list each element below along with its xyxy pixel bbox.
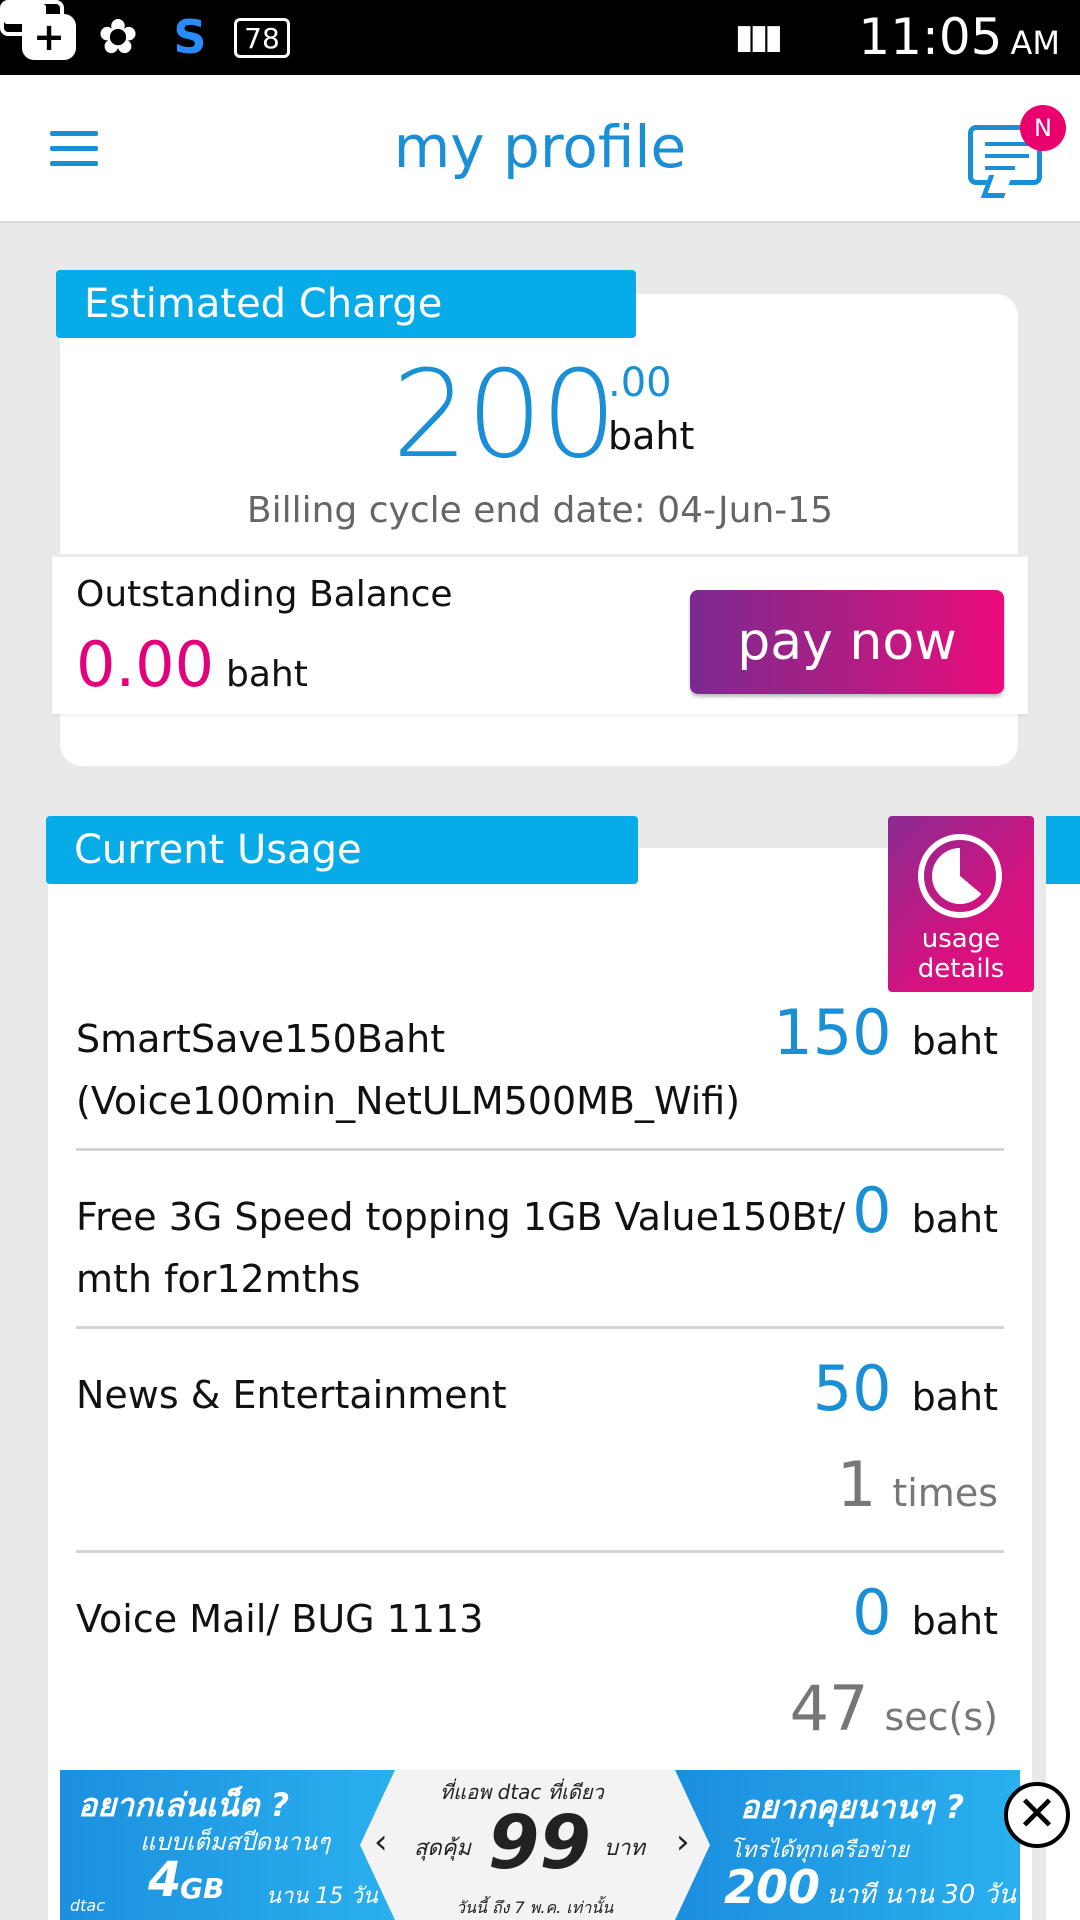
ad-offer-panel: ที่แอพ dtac ที่เดียว ‹ สุดคุ้ม 99 บาท › …	[360, 1770, 710, 1920]
estimated-charge-amount: 200	[392, 346, 617, 485]
usage-value-number: 50	[812, 1352, 892, 1425]
estimated-charge-decimals: .00	[608, 360, 672, 406]
app-bar: my profile N	[0, 75, 1080, 223]
ad-left-data: 4	[148, 1852, 182, 1908]
usage-row-subvalue: 1 times	[837, 1448, 998, 1521]
usage-row-name-line1: Voice Mail/ BUG 1113	[76, 1597, 484, 1641]
notification-count-icon: 78	[234, 18, 290, 58]
usage-value-number: 150	[773, 996, 892, 1069]
ad-right-line1: อยากคุยนานๆ ?	[740, 1788, 965, 1826]
usage-row-value: 50 baht	[813, 1352, 998, 1425]
usage-row-subvalue: 47 sec(s)	[790, 1672, 998, 1745]
usage-value-unit: baht	[911, 1599, 998, 1643]
clock-icon	[918, 834, 1002, 918]
ad-mid-bottom: วันนี้ ถึง 7 พ.ค. เท่านั้น	[456, 1898, 614, 1917]
current-usage-header: Current Usage	[46, 816, 638, 884]
usage-value-unit: baht	[911, 1197, 998, 1241]
estimated-charge-unit: baht	[608, 414, 695, 458]
notification-badge: N	[1020, 105, 1066, 151]
usage-row-value: 0 baht	[852, 1174, 998, 1247]
ad-left-duration: นาน 15 วัน	[266, 1884, 378, 1909]
usage-row-name: Voice Mail/ BUG 1113	[76, 1588, 483, 1650]
outstanding-balance-amount: 0.00	[76, 628, 215, 701]
billing-cycle-date: Billing cycle end date: 04-Jun-15	[246, 490, 834, 531]
outstanding-balance-unit: baht	[226, 654, 308, 695]
usage-value-number: 0	[852, 1174, 892, 1247]
ad-brand-logo: dtac	[70, 1896, 106, 1915]
usage-row-value: 0 baht	[852, 1576, 998, 1649]
status-bar: + ✿ S 78 ▮▮▮ 11:05 AM	[0, 0, 1080, 75]
usage-subvalue-unit: sec(s)	[884, 1695, 998, 1739]
ad-mid-left: สุดคุ้ม	[414, 1836, 471, 1861]
usage-details-button[interactable]: usage details	[888, 816, 1034, 992]
usage-row-name-line1: News & Entertainment	[76, 1373, 507, 1417]
outstanding-balance-label: Outstanding Balance	[76, 574, 453, 615]
clover-icon: ✿	[97, 9, 139, 65]
ad-banner[interactable]: อยากเล่นเน็ต ? แบบเต็มสปีดนานๆ 4 GB นาน …	[60, 1770, 1020, 1920]
usage-details-label-2: details	[917, 954, 1005, 984]
usage-row-name-line2: (Voice100min_NetULM500MB_Wifi)	[76, 1079, 741, 1123]
next-card[interactable]	[1046, 884, 1080, 1920]
usage-details-label-1: usage	[921, 924, 1001, 954]
usage-value-unit: baht	[911, 1019, 998, 1063]
usage-subvalue-unit: times	[892, 1471, 998, 1515]
ad-prev-icon: ‹	[374, 1822, 388, 1862]
usage-row-name-line1: SmartSave150Baht	[76, 1017, 446, 1061]
page-title: my profile	[393, 113, 687, 181]
usage-row-name: Free 3G Speed topping 1GB Value150Bt/ mt…	[76, 1186, 845, 1310]
usage-subvalue-number: 1	[836, 1448, 877, 1521]
ad-right-duration: นาที นาน 30 วัน	[826, 1880, 1016, 1910]
usage-value-number: 0	[852, 1576, 892, 1649]
pay-now-button[interactable]: pay now	[690, 590, 1004, 694]
usage-row-name-line1: Free 3G Speed topping 1GB Value150Bt/	[76, 1195, 846, 1239]
s-app-icon: S	[173, 10, 207, 64]
signal-icon: ▮▮▮	[734, 17, 783, 57]
ad-mid-right: บาท	[604, 1836, 645, 1861]
usage-row-name: News & Entertainment	[76, 1364, 507, 1426]
close-ad-icon[interactable]: ✕	[1004, 1782, 1070, 1848]
ad-mid-price: 99	[488, 1800, 591, 1886]
ad-left-unit: GB	[180, 1872, 225, 1905]
next-card-tab[interactable]	[1046, 816, 1080, 884]
usage-row-name-line2: mth for12mths	[76, 1257, 361, 1301]
ad-next-icon: ›	[676, 1822, 690, 1862]
usage-value-unit: baht	[911, 1375, 998, 1419]
estimated-charge-header: Estimated Charge	[56, 270, 636, 338]
row-divider	[76, 1148, 1004, 1151]
ad-right-minutes: 200	[724, 1860, 821, 1914]
usage-row-value: 150 baht	[773, 996, 998, 1069]
row-divider	[76, 1550, 1004, 1553]
row-divider	[76, 1326, 1004, 1329]
usage-row-name: SmartSave150Baht (Voice100min_NetULM500M…	[76, 1008, 740, 1132]
clock: 11:05 AM	[858, 8, 1060, 66]
usage-subvalue-number: 47	[789, 1672, 869, 1745]
